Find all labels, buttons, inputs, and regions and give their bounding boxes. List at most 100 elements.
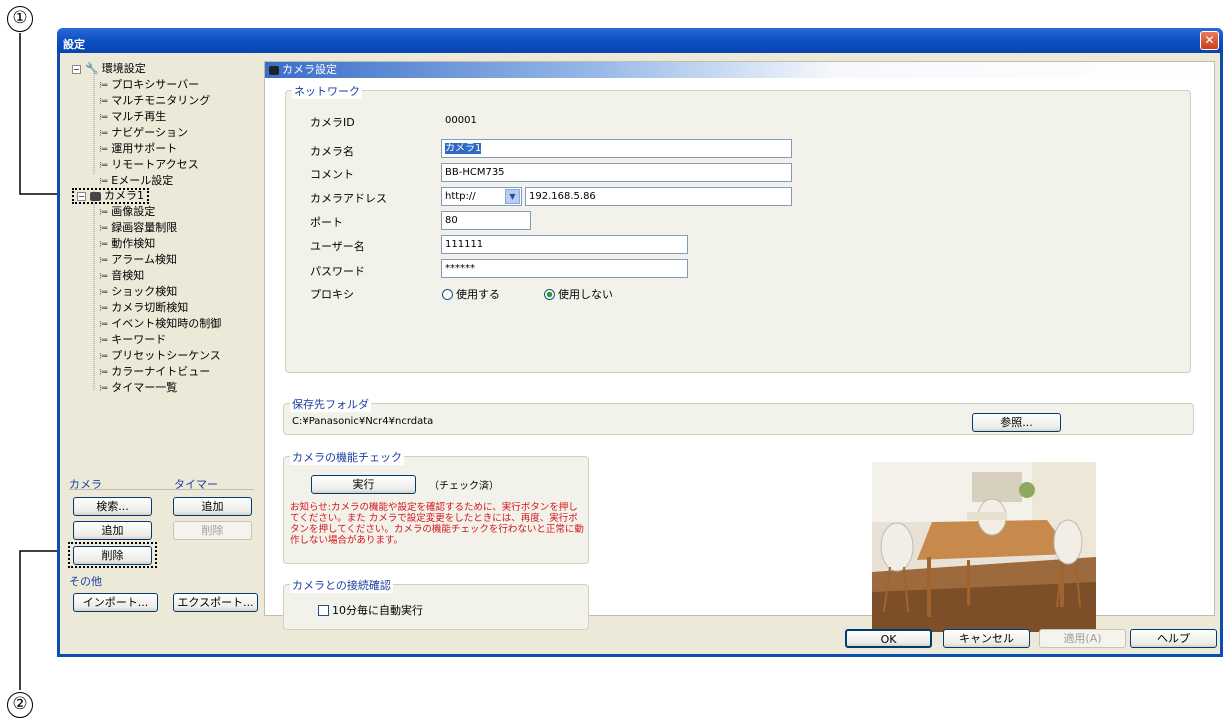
user-field[interactable]: 111111 [441,235,688,254]
window-title: 設定 [57,28,1223,53]
tree-item-camera[interactable]: ⁝═ カメラ切断検知 [99,300,188,316]
check-status: （チェック済） [429,481,499,492]
camera-address-label: カメラアドレス [310,192,387,205]
user-label: ユーザー名 [310,240,365,253]
proxy-use-radio[interactable]: 使用する [442,286,500,302]
list-item-icon: ⁝═ [99,320,108,330]
apply-button[interactable]: 適用(A) [1039,629,1126,648]
camera-address-field[interactable]: 192.168.5.86 [525,187,792,206]
camera-icon [90,191,101,201]
add-camera-button[interactable]: 追加 [73,521,152,540]
camera-name-label: カメラ名 [310,145,354,158]
export-button[interactable]: エクスポート... [173,593,258,612]
list-item-icon: ⁝═ [99,240,108,250]
proxy-nouse-radio[interactable]: 使用しない [544,286,613,302]
list-item-icon: ⁝═ [99,145,108,155]
tree-item-camera[interactable]: ⁝═ タイマー一覧 [99,380,177,396]
list-item-icon: ⁝═ [99,256,108,266]
camera-id-label: カメラID [310,116,355,129]
password-field[interactable]: ****** [441,259,688,278]
list-item-icon: ⁝═ [99,97,108,107]
camera-name-field[interactable]: カメラ1 [441,139,792,158]
network-group: ネットワーク カメラID 00001 カメラ名 カメラ1 コメント BB-HCM… [285,83,1191,373]
list-item-icon: ⁝═ [99,161,108,171]
import-button[interactable]: インポート... [73,593,158,612]
function-check-group: カメラの機能チェック 実行 （チェック済） お知らせ:カメラの機能や設定を確認す… [283,449,589,564]
tree-item-camera[interactable]: ⁝═ イベント検知時の制御 [99,316,221,332]
help-button[interactable]: ヘルプ [1130,629,1217,648]
tree-item-camera[interactable]: ⁝═ キーワード [99,332,166,348]
check-notice: お知らせ:カメラの機能や設定を確認するために、実行ボタンを押してください。また … [290,502,584,546]
delete-camera-button[interactable]: 削除 [73,546,152,565]
comment-field[interactable]: BB-HCM735 [441,163,792,182]
tree-item-camera[interactable]: ⁝═ カラーナイトビュー [99,364,210,380]
auto-check-checkbox[interactable]: 10分毎に自動実行 [318,602,423,618]
search-camera-button[interactable]: 検索... [73,497,152,516]
other-group-label: その他 [69,575,102,588]
list-item-icon: ⁝═ [99,272,108,282]
comment-label: コメント [310,168,354,181]
add-timer-button[interactable]: 追加 [173,497,252,516]
list-item-icon: ⁝═ [99,352,108,362]
save-folder-legend: 保存先フォルダ [290,396,371,412]
camera-preview-image [872,462,1096,632]
list-item-icon: ⁝═ [99,288,108,298]
tree-item-camera[interactable]: ⁝═ 動作検知 [99,236,155,252]
tree-node-env[interactable]: − 🔧 環境設定 [72,61,146,77]
tree-item-env[interactable]: ⁝═ リモートアクセス [99,157,199,173]
connection-check-group: カメラとの接続確認 10分毎に自動実行 [283,577,589,630]
list-item-icon: ⁝═ [99,336,108,346]
save-folder-group: 保存先フォルダ C:¥Panasonic¥Ncr4¥ncrdata 参照... [283,396,1194,435]
camera-id-value: 00001 [445,115,477,126]
list-item-icon: ⁝═ [99,304,108,314]
close-button[interactable]: ✕ [1200,31,1219,50]
browse-button[interactable]: 参照... [972,413,1061,432]
settings-window: 設定 ✕ − 🔧 環境設定 ⁝═ プロキシサーバー ⁝═ マルチモニタリング ⁝═ マルチ再生… [57,28,1223,657]
port-field[interactable]: 80 [441,211,531,230]
list-item-icon: ⁝═ [99,224,108,234]
wrench-icon: 🔧 [85,62,99,75]
tree-item-camera[interactable]: ⁝═ ショック検知 [99,284,177,300]
port-label: ポート [310,216,343,229]
save-folder-path: C:¥Panasonic¥Ncr4¥ncrdata [292,416,434,427]
tree-item-camera[interactable]: ⁝═ 画像設定 [99,204,155,220]
tree-item-env[interactable]: ⁝═ マルチ再生 [99,109,166,125]
tree-item-camera[interactable]: ⁝═ プリセットシーケンス [99,348,221,364]
chevron-down-icon[interactable]: ▼ [505,189,520,204]
delete-timer-button[interactable]: 削除 [173,521,252,540]
tree-item-camera[interactable]: ⁝═ 録画容量制限 [99,220,177,236]
tree-item-env[interactable]: ⁝═ マルチモニタリング [99,93,210,109]
run-check-button[interactable]: 実行 [311,475,416,494]
tree-item-env[interactable]: ⁝═ 運用サポート [99,141,177,157]
collapse-icon[interactable]: − [77,191,86,201]
ok-button[interactable]: OK [845,629,932,648]
window-client: − 🔧 環境設定 ⁝═ プロキシサーバー ⁝═ マルチモニタリング ⁝═ マルチ再生 ⁝═ ナビゲ… [60,53,1220,654]
proxy-label: プロキシ [310,288,354,301]
list-item-icon: ⁝═ [99,81,108,91]
list-item-icon: ⁝═ [99,368,108,378]
list-item-icon: ⁝═ [99,384,108,394]
divider [69,489,254,490]
tree-item-env[interactable]: ⁝═ ナビゲーション [99,125,188,141]
radio-icon[interactable] [442,289,453,300]
cancel-button[interactable]: キャンセル [943,629,1030,648]
list-item-icon: ⁝═ [99,129,108,139]
connection-check-legend: カメラとの接続確認 [290,577,393,593]
camera-settings-panel: カメラ設定 ネットワーク カメラID 00001 カメラ名 カメラ1 コメント … [264,61,1215,632]
settings-tree: − 🔧 環境設定 ⁝═ プロキシサーバー ⁝═ マルチモニタリング ⁝═ マルチ再生 ⁝═ ナビゲ… [66,57,256,452]
radio-selected-icon[interactable] [544,289,555,300]
function-check-legend: カメラの機能チェック [290,449,404,465]
list-item-icon: ⁝═ [99,113,108,123]
tree-item-camera[interactable]: ⁝═ アラーム検知 [99,252,177,268]
tree-item-env[interactable]: ⁝═ Eメール設定 [99,173,173,189]
list-item-icon: ⁝═ [99,208,108,218]
camera-icon [269,65,279,75]
tree-item-camera[interactable]: ⁝═ 音検知 [99,268,144,284]
tree-node-camera1[interactable]: − カメラ1 [72,188,149,204]
scheme-select[interactable]: http://▼ [441,187,522,206]
tree-item-env[interactable]: ⁝═ プロキシサーバー [99,77,199,93]
network-legend: ネットワーク [292,83,362,99]
panel-title: カメラ設定 [265,62,1214,78]
checkbox-icon[interactable] [318,605,329,616]
collapse-icon[interactable]: − [72,64,81,74]
